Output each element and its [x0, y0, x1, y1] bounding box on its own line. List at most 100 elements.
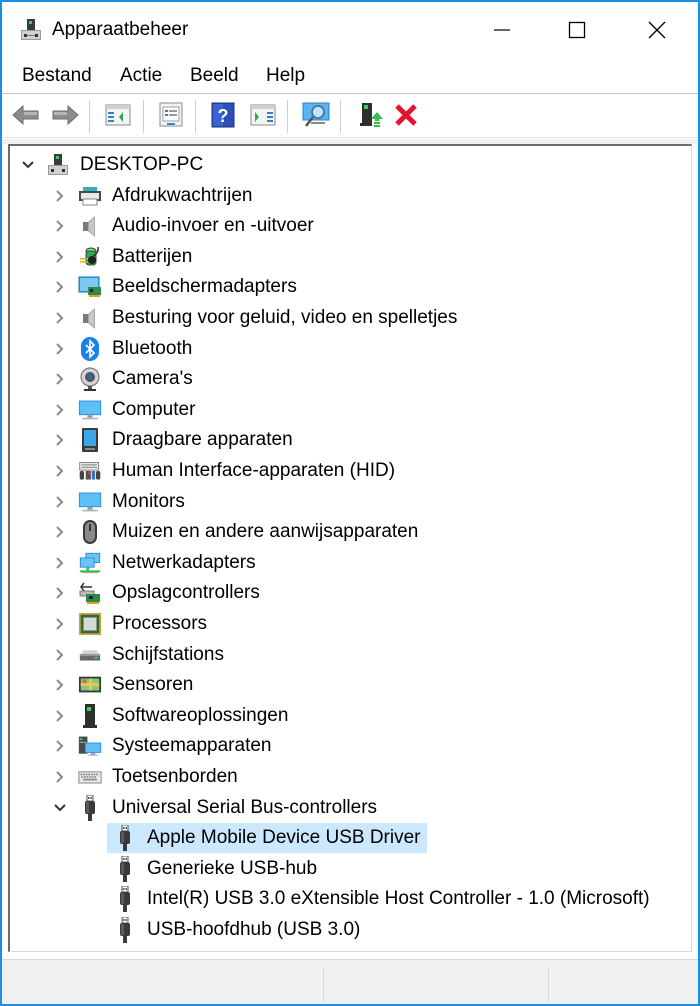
- uninstall-device-button[interactable]: [390, 101, 422, 133]
- tree-category-systeemapparaten[interactable]: Systeemapparaten: [52, 731, 272, 761]
- update-driver-button[interactable]: [355, 101, 387, 133]
- chevron-right-icon[interactable]: [52, 524, 68, 540]
- chevron-right-icon[interactable]: [52, 616, 68, 632]
- tree-device-apple-mobile-device-usb-driver[interactable]: Apple Mobile Device USB Driver: [107, 823, 427, 854]
- tree-category-camera-s[interactable]: Camera's: [52, 364, 193, 394]
- tree-device-generieke-usb-hub[interactable]: Generieke USB-hub: [107, 854, 323, 884]
- chevron-right-icon[interactable]: [52, 310, 68, 326]
- tree-category-schijfstations[interactable]: Schijfstations: [52, 640, 224, 670]
- tree-category-toetsenborden[interactable]: Toetsenborden: [52, 762, 238, 792]
- chevron-down-icon[interactable]: [52, 800, 68, 816]
- tree-category-label: Draagbare apparaten: [112, 429, 293, 451]
- chevron-right-icon[interactable]: [52, 402, 68, 418]
- device-manager-window: Apparaatbeheer Bestand Actie Beeld Help: [0, 0, 700, 1006]
- tree-category-draagbare-apparaten[interactable]: Draagbare apparaten: [52, 425, 293, 455]
- tree-category-afdrukwachtrijen[interactable]: Afdrukwachtrijen: [52, 181, 252, 211]
- battery-icon: [78, 245, 102, 269]
- chevron-right-icon[interactable]: [52, 432, 68, 448]
- menu-actie[interactable]: Actie: [118, 65, 164, 87]
- tree-category-label: Sensoren: [112, 674, 194, 696]
- chevron-right-icon[interactable]: [52, 677, 68, 693]
- properties-button[interactable]: [155, 101, 187, 133]
- tree-category-universal-serial-bus-controllers[interactable]: Universal Serial Bus-controllers: [52, 793, 377, 823]
- display-adapter-icon: [78, 275, 102, 299]
- action-pane-icon: [250, 103, 276, 132]
- tree-device-usb-hoofdhub-usb-3-0[interactable]: USB-hoofdhub (USB 3.0): [107, 915, 366, 945]
- keyboard-icon: [78, 765, 102, 789]
- tree-category-computer[interactable]: Computer: [52, 395, 195, 425]
- network-icon: [78, 551, 102, 575]
- hid-icon: [78, 459, 102, 483]
- chevron-right-icon[interactable]: [52, 738, 68, 754]
- tree-category-human-interface-apparaten-hid[interactable]: Human Interface-apparaten (HID): [52, 456, 395, 486]
- tree-category-label: Universal Serial Bus-controllers: [112, 796, 378, 818]
- chevron-right-icon[interactable]: [52, 585, 68, 601]
- menu-bestand[interactable]: Bestand: [20, 65, 94, 87]
- tree-category-label: Toetsenborden: [112, 766, 238, 787]
- printer-icon: [78, 184, 102, 208]
- software-component-icon: [78, 703, 102, 728]
- show-hide-console-tree-button[interactable]: [102, 101, 134, 133]
- usb-plug-icon: [113, 825, 137, 852]
- sensor-map-icon: [78, 673, 102, 697]
- console-tree-icon: [105, 103, 131, 132]
- status-bar: [2, 959, 698, 1004]
- storage-controller-icon: [78, 581, 102, 605]
- chevron-right-icon[interactable]: [52, 218, 68, 234]
- tree-device-label: Intel(R) USB 3.0 eXtensible Host Control…: [147, 888, 650, 910]
- system-devices-icon: [78, 734, 102, 758]
- help-button[interactable]: ?: [207, 101, 239, 133]
- arrow-right-icon: [51, 104, 79, 131]
- scan-hardware-changes-button[interactable]: [300, 101, 332, 133]
- toolbar-separator: [287, 100, 288, 133]
- show-hide-action-pane-button[interactable]: [247, 101, 279, 133]
- monitor-icon: [78, 398, 102, 422]
- maximize-button[interactable]: [537, 2, 617, 58]
- close-button[interactable]: [617, 2, 697, 58]
- chevron-right-icon[interactable]: [52, 708, 68, 724]
- tree-category-besturing-voor-geluid-video-en-spelletjes[interactable]: Besturing voor geluid, video en spelletj…: [52, 303, 457, 333]
- tree-category-label: Monitors: [112, 490, 185, 512]
- tree-category-muizen-en-andere-aanwijsapparaten[interactable]: Muizen en andere aanwijsapparaten: [52, 517, 418, 547]
- device-tree[interactable]: DESKTOP-PC Afdrukwachtrijen Audio-invoer …: [8, 144, 692, 952]
- tree-category-softwareoplossingen[interactable]: Softwareoplossingen: [52, 701, 288, 731]
- chevron-right-icon[interactable]: [52, 341, 68, 357]
- tree-category-batterijen[interactable]: Batterijen: [52, 242, 192, 272]
- chevron-right-icon[interactable]: [52, 769, 68, 785]
- disk-drive-icon: [78, 643, 102, 667]
- tree-category-label: Softwareoplossingen: [112, 704, 289, 726]
- tree-category-processors[interactable]: Processors: [52, 609, 207, 639]
- tree-device-intel-r-usb-3-0-extensible-host-controller-1-0-microsoft[interactable]: Intel(R) USB 3.0 eXtensible Host Control…: [107, 884, 656, 914]
- tree-device-label: Apple Mobile Device USB Driver: [147, 827, 421, 849]
- tree-category-bluetooth[interactable]: Bluetooth: [52, 334, 192, 364]
- tree-category-label: Systeemapparaten: [112, 735, 272, 757]
- chevron-right-icon[interactable]: [52, 494, 68, 510]
- chevron-right-icon[interactable]: [52, 647, 68, 663]
- computer-tower-icon: [46, 153, 70, 177]
- forward-button[interactable]: [49, 101, 81, 133]
- scan-monitor-icon: [301, 101, 331, 134]
- chevron-right-icon[interactable]: [52, 279, 68, 295]
- tree-category-netwerkadapters[interactable]: Netwerkadapters: [52, 548, 256, 578]
- tree-root-desktop-pc[interactable]: DESKTOP-PC: [20, 150, 203, 180]
- tree-category-opslagcontrollers[interactable]: Opslagcontrollers: [52, 578, 260, 608]
- chevron-right-icon[interactable]: [52, 249, 68, 265]
- tree-category-audio-invoer-en-uitvoer[interactable]: Audio-invoer en -uitvoer: [52, 211, 314, 241]
- chevron-right-icon[interactable]: [52, 555, 68, 571]
- chevron-down-icon[interactable]: [20, 157, 36, 173]
- title-bar[interactable]: Apparaatbeheer: [2, 2, 698, 58]
- toolbar-separator: [143, 100, 144, 133]
- minimize-button[interactable]: [462, 2, 542, 58]
- tree-category-beeldschermadapters[interactable]: Beeldschermadapters: [52, 272, 297, 302]
- tree-category-sensoren[interactable]: Sensoren: [52, 670, 193, 700]
- portable-device-icon: [78, 428, 102, 453]
- chevron-right-icon[interactable]: [52, 371, 68, 387]
- menu-beeld[interactable]: Beeld: [188, 65, 241, 87]
- chevron-right-icon[interactable]: [52, 463, 68, 479]
- usb-plug-icon: [113, 886, 137, 913]
- usb-plug-icon: [113, 855, 137, 882]
- chevron-right-icon[interactable]: [52, 188, 68, 204]
- menu-help[interactable]: Help: [264, 65, 307, 87]
- tree-category-monitors[interactable]: Monitors: [52, 487, 185, 517]
- back-button[interactable]: [10, 101, 42, 133]
